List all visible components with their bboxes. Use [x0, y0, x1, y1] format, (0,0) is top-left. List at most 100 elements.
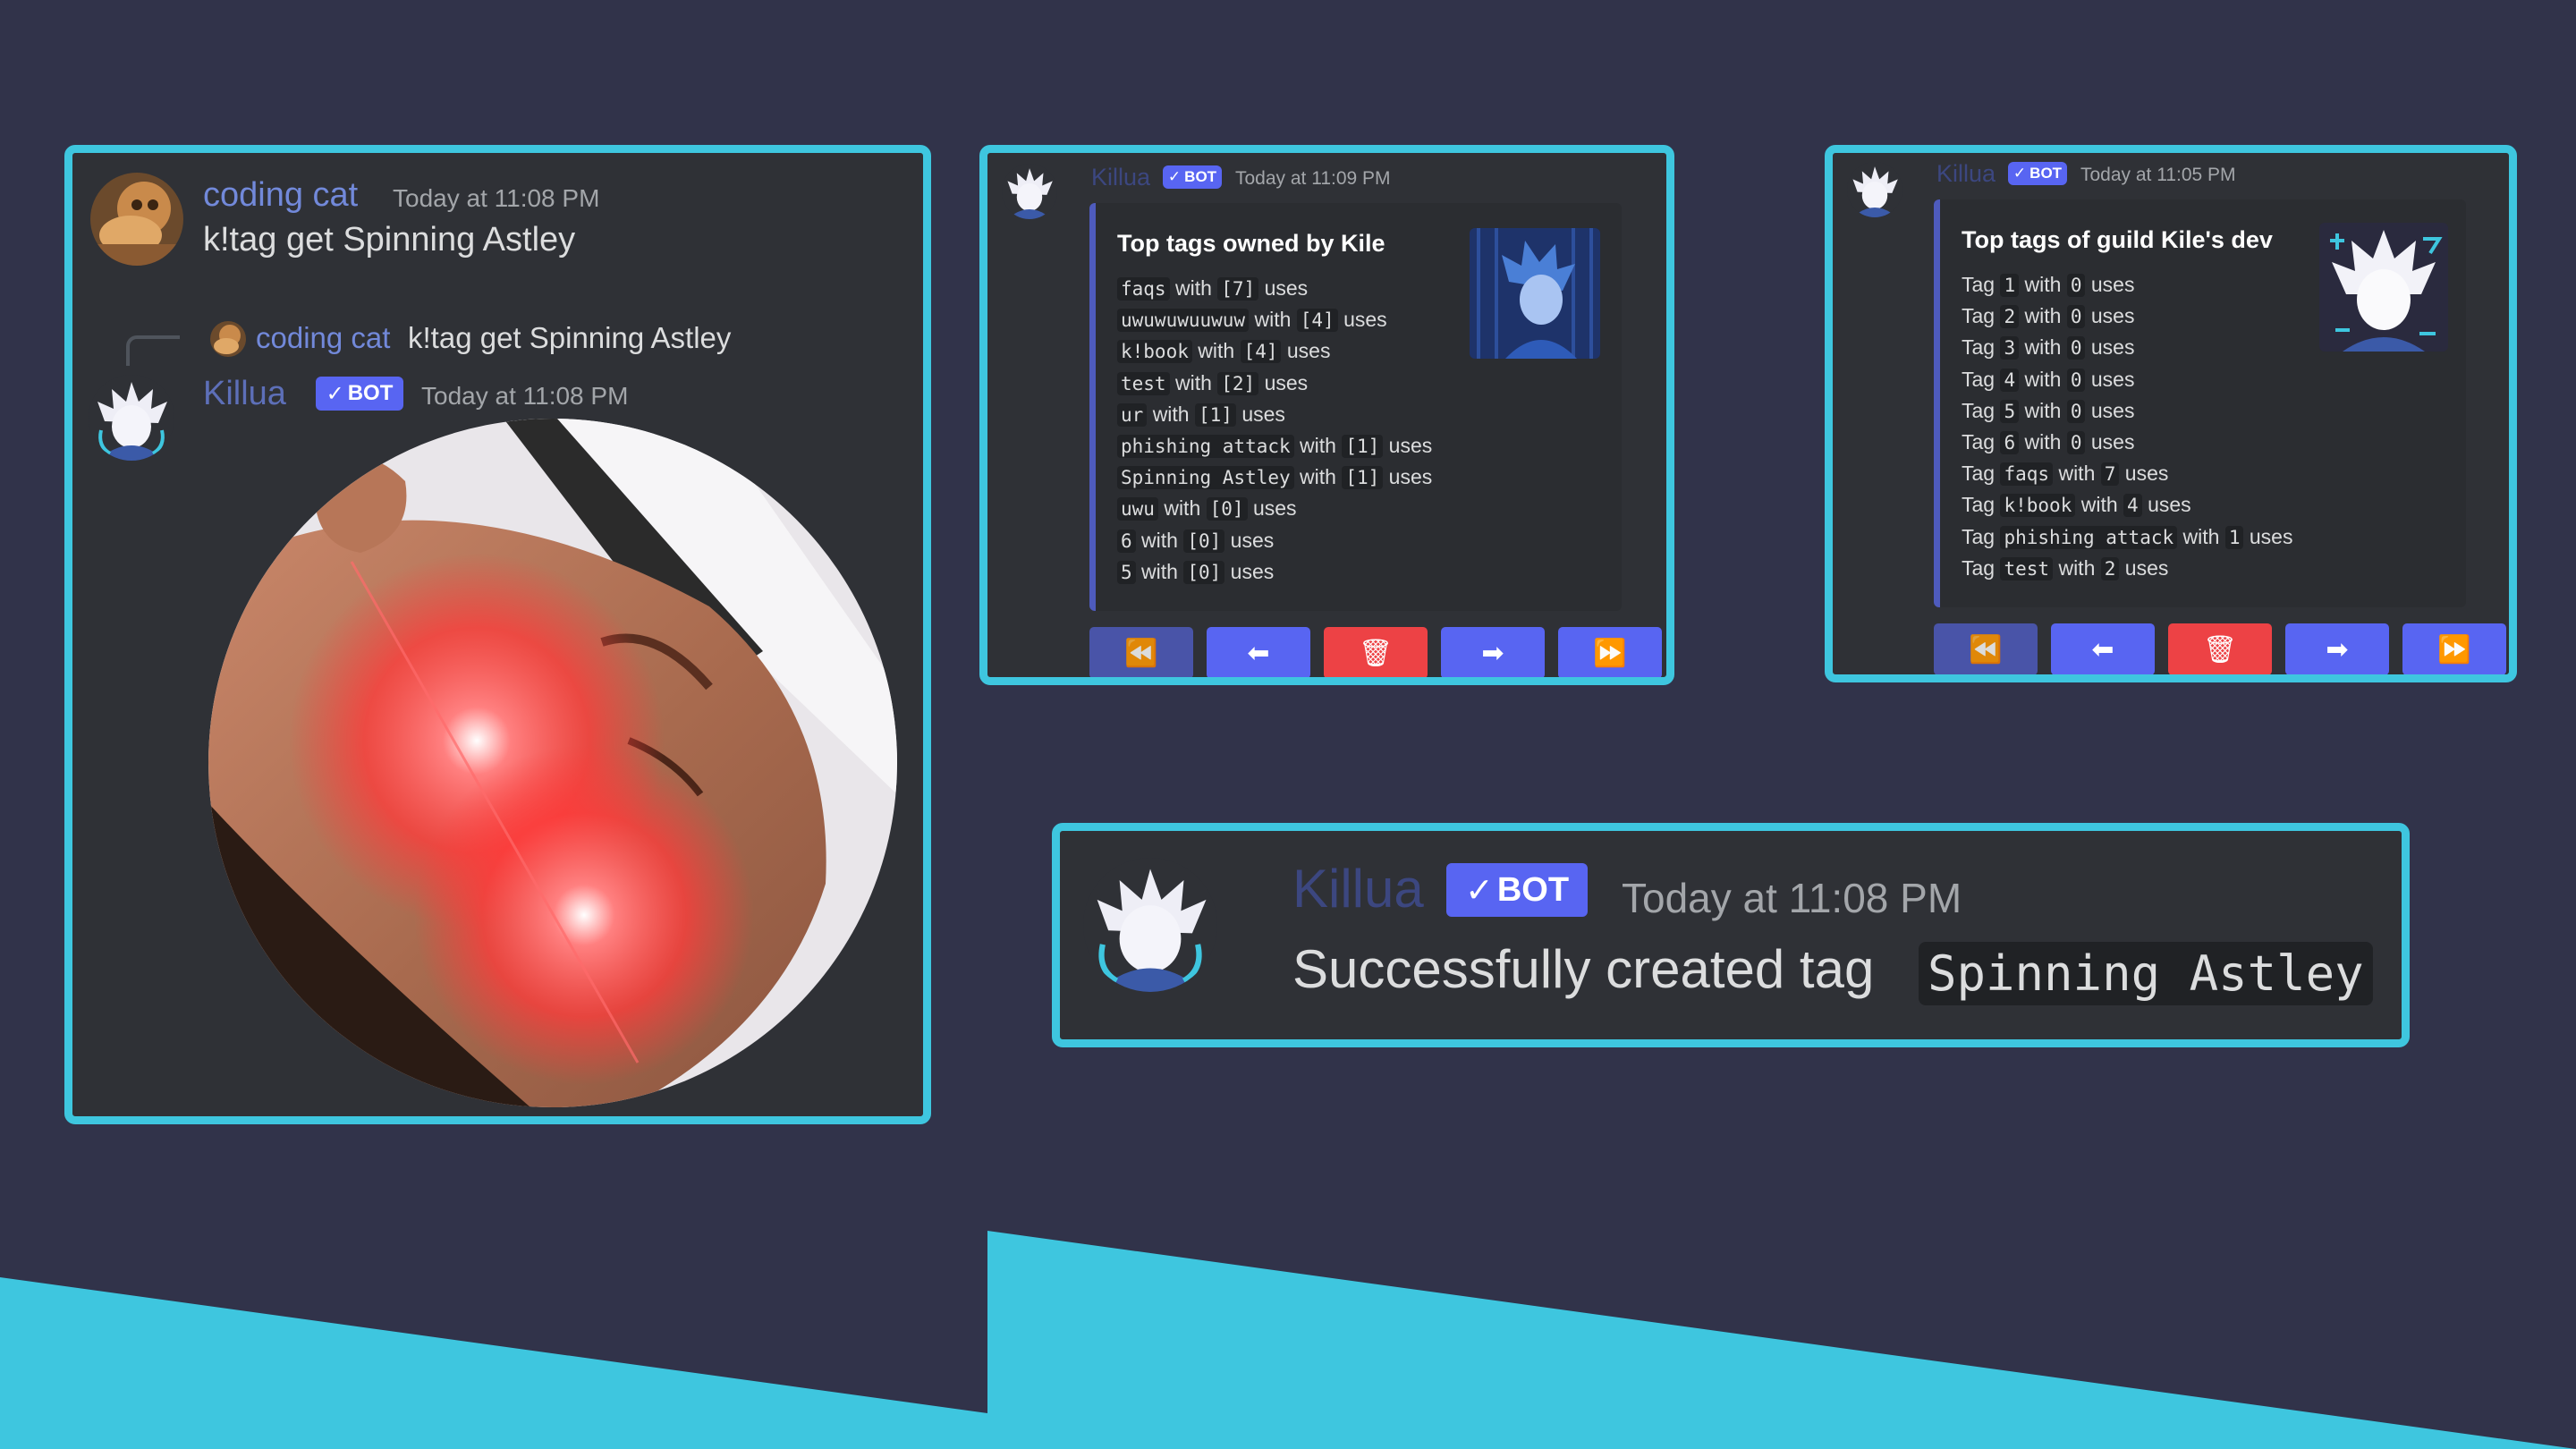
coding-cat-avatar[interactable] — [90, 173, 183, 266]
use-count: 2 — [2100, 556, 2120, 580]
last-page-button[interactable]: ⏩ — [2402, 623, 2506, 674]
uses-word: uses — [1252, 496, 1297, 521]
last-page-button[interactable]: ⏩ — [1558, 627, 1662, 677]
previous-page-icon: ⬅ — [1247, 637, 1270, 669]
delete-icon: 🗑 — [2202, 633, 2238, 665]
tag-name: 2 — [2000, 305, 2020, 329]
list-item: Tag 4 with 0 uses — [1962, 364, 2292, 395]
use-count: 0 — [2066, 399, 2086, 423]
tag-list: Tag 1 with 0 uses Tag 2 with 0 uses Tag … — [1962, 269, 2292, 584]
list-item: uwuwuwuuwuw with [4] uses — [1117, 304, 1432, 335]
killua-avatar[interactable] — [89, 375, 174, 461]
list-item: faqs with [7] uses — [1117, 273, 1432, 304]
previous-page-button[interactable]: ⬅ — [1207, 627, 1310, 677]
uses-word: uses — [1264, 370, 1309, 394]
reply-connector — [126, 335, 180, 366]
username[interactable]: coding cat — [203, 176, 358, 215]
tag-name: 1 — [2000, 274, 2020, 297]
tag-name: uwuwuwuuwuw — [1117, 309, 1250, 333]
killua-avatar[interactable] — [1083, 858, 1217, 992]
use-count: [2] — [1217, 371, 1259, 395]
tag-word: Tag — [1962, 335, 1996, 360]
timestamp: Today at 11:05 PM — [2080, 165, 2236, 185]
tag-word: Tag — [1962, 524, 1996, 548]
list-item: Tag 5 with 0 uses — [1962, 395, 2292, 427]
use-count: 0 — [2066, 368, 2086, 392]
pagination-buttons: ⏪ ⬅ 🗑 ➡ ⏩ — [1089, 627, 1662, 677]
list-item: Tag 3 with 0 uses — [1962, 332, 2292, 363]
spinning-face-image[interactable] — [208, 419, 897, 1107]
uses-word: uses — [2249, 524, 2293, 548]
tags-embed: Top tags owned by Kile faqs with [7] use… — [1089, 203, 1622, 611]
with-word: with — [2058, 462, 2096, 486]
tag-name: 5 — [2000, 399, 2020, 423]
verified-check-icon: ✓ — [326, 381, 344, 406]
next-page-button[interactable]: ➡ — [1441, 627, 1545, 677]
tag-name: 4 — [2000, 368, 2020, 392]
use-count: [1] — [1194, 402, 1236, 427]
bot-badge: ✓ BOT — [1163, 165, 1222, 189]
killua-avatar[interactable] — [1002, 164, 1057, 219]
uses-word: uses — [2148, 493, 2191, 517]
reply-text[interactable]: k!tag get Spinning Astley — [408, 321, 731, 355]
uses-word: uses — [1388, 433, 1433, 457]
with-word: with — [2024, 367, 2062, 391]
first-page-icon: ⏪ — [1969, 633, 2003, 665]
use-count: [4] — [1296, 309, 1338, 333]
timestamp: Today at 11:09 PM — [1235, 168, 1391, 189]
timestamp: Today at 11:08 PM — [1622, 875, 1962, 921]
use-count: [1] — [1342, 434, 1384, 458]
tag-name: k!book — [2000, 494, 2076, 518]
tag-list: faqs with [7] uses uwuwuwuuwuw with [4] … — [1117, 273, 1432, 588]
bot-badge-label: BOT — [2029, 165, 2063, 182]
pagination-buttons: ⏪ ⬅ 🗑 ➡ ⏩ — [1934, 623, 2506, 674]
bot-badge-label: BOT — [1496, 870, 1570, 909]
reply-username[interactable]: coding cat — [256, 321, 390, 355]
last-page-icon: ⏩ — [2437, 633, 2471, 665]
tag-word: Tag — [1962, 462, 1996, 486]
list-item: ur with [1] uses — [1117, 399, 1432, 430]
bot-badge: ✓ BOT — [2008, 162, 2067, 185]
list-item: Tag phishing attack with 1 uses — [1962, 521, 2292, 553]
embed-thumbnail[interactable] — [2319, 223, 2448, 352]
previous-page-icon: ⬅ — [2091, 633, 2114, 665]
with-word: with — [1300, 433, 1336, 457]
list-item: Tag 6 with 0 uses — [1962, 427, 2292, 458]
next-page-button[interactable]: ➡ — [2285, 623, 2389, 674]
with-word: with — [1152, 402, 1190, 426]
use-count: [1] — [1342, 466, 1384, 490]
previous-page-button[interactable]: ⬅ — [2051, 623, 2155, 674]
tag-name: uwu — [1117, 497, 1158, 521]
first-page-button[interactable]: ⏪ — [1934, 623, 2038, 674]
killua-avatar[interactable] — [1847, 162, 1902, 217]
with-word: with — [2024, 429, 2062, 453]
bot-username[interactable]: Killua — [1091, 164, 1150, 191]
list-item: 6 with [0] uses — [1117, 525, 1432, 556]
tag-name: test — [1117, 371, 1170, 395]
use-count: [0] — [1183, 560, 1225, 584]
tag-word: Tag — [1962, 273, 1996, 296]
tag-word: Tag — [1962, 398, 1996, 422]
with-word: with — [2182, 524, 2220, 548]
use-count: [0] — [1183, 529, 1225, 553]
use-count: [4] — [1240, 340, 1282, 364]
with-word: with — [1164, 496, 1201, 521]
embed-thumbnail[interactable] — [1470, 228, 1600, 359]
bot-badge-label: BOT — [347, 381, 394, 405]
uses-word: uses — [2090, 429, 2135, 453]
first-page-icon: ⏪ — [1124, 637, 1158, 669]
uses-word: uses — [2090, 335, 2135, 360]
with-word: with — [2058, 555, 2096, 580]
list-item: Tag faqs with 7 uses — [1962, 458, 2292, 489]
uses-word: uses — [1241, 402, 1285, 426]
with-word: with — [1198, 339, 1235, 363]
bot-username[interactable]: Killua — [1292, 858, 1424, 919]
use-count: 0 — [2066, 274, 2086, 297]
bot-username[interactable]: Killua — [203, 375, 286, 413]
first-page-button[interactable]: ⏪ — [1089, 627, 1193, 677]
tag-name: faqs — [1117, 277, 1170, 301]
delete-button[interactable]: 🗑 — [2168, 623, 2272, 674]
use-count: [7] — [1217, 277, 1259, 301]
delete-button[interactable]: 🗑 — [1324, 627, 1428, 677]
bot-username[interactable]: Killua — [1936, 160, 1996, 188]
